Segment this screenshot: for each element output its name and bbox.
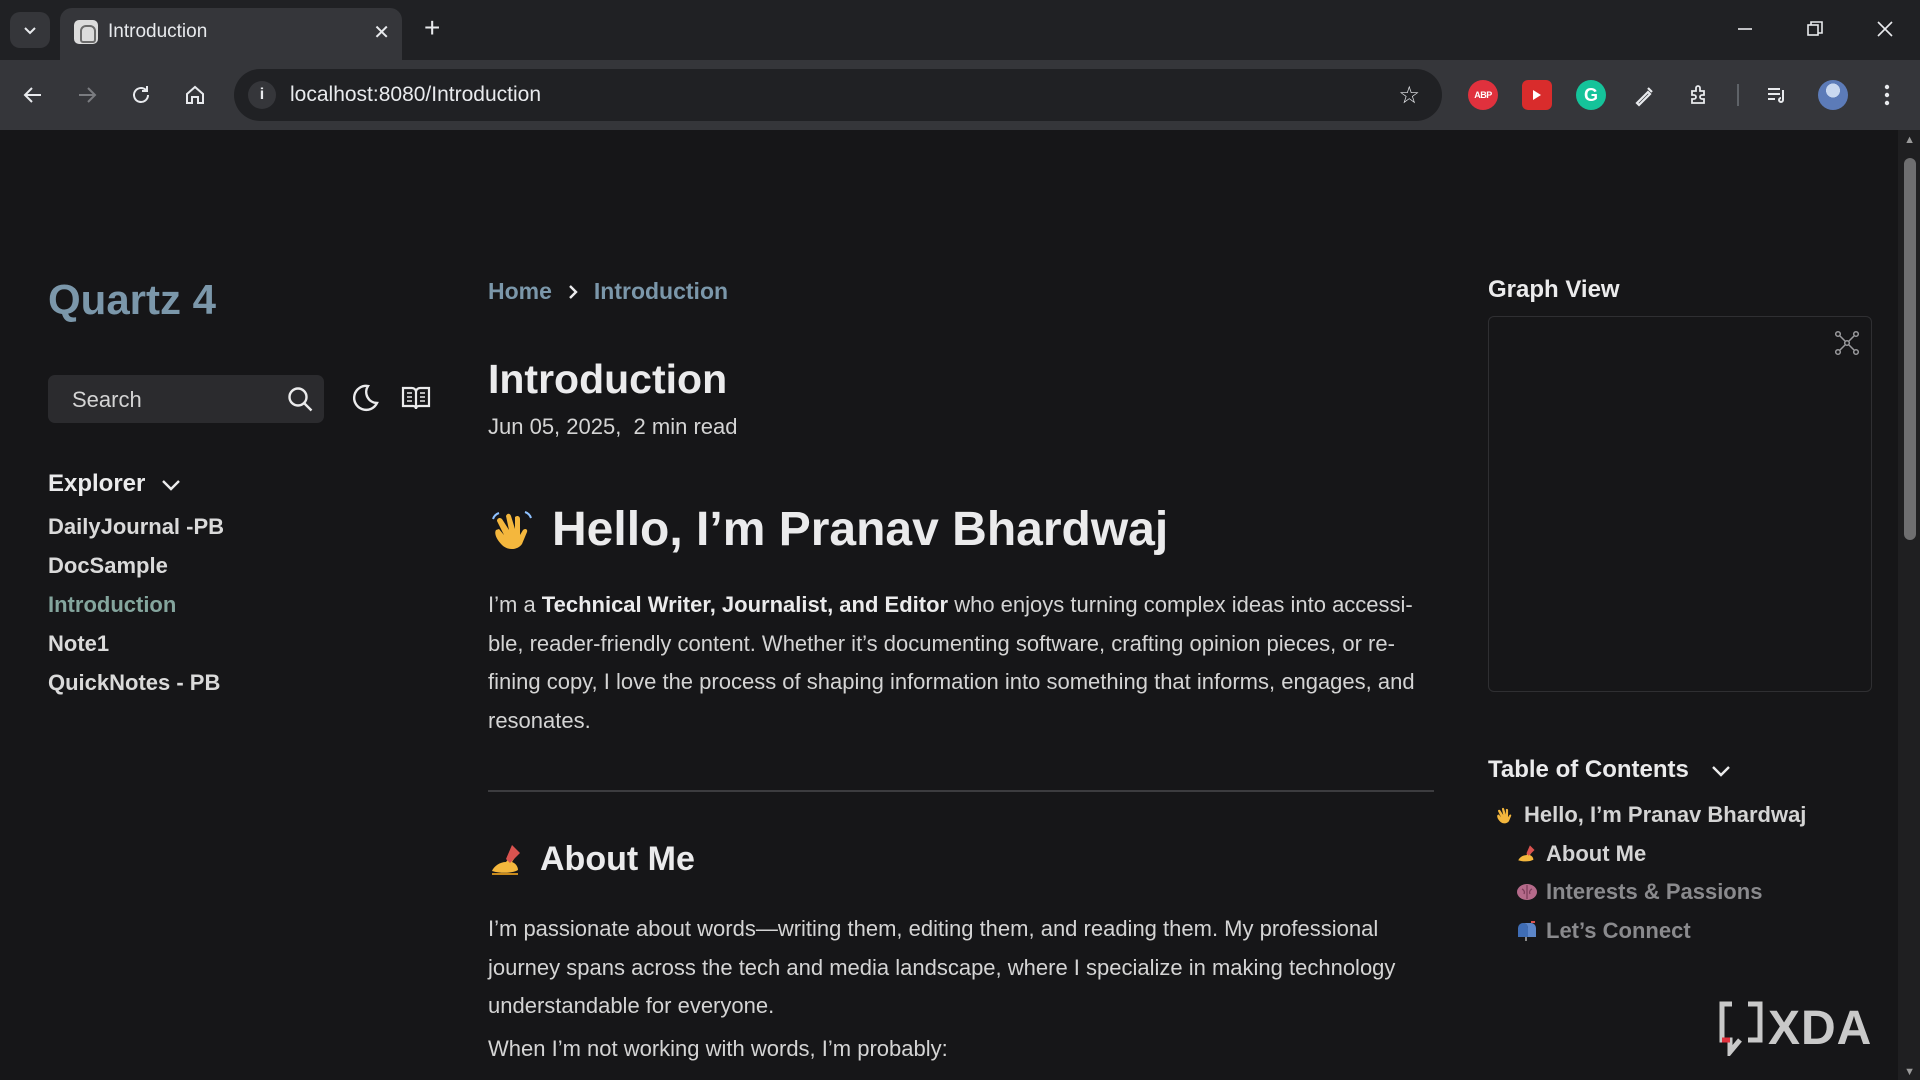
page-title: Introduction	[488, 356, 728, 402]
toc-item-interests[interactable]: Interests & Passions	[1494, 873, 1806, 912]
explorer-item-introduction[interactable]: Introduction	[48, 592, 224, 631]
playlist-icon	[1768, 88, 1784, 103]
forward-button[interactable]	[70, 78, 104, 112]
heading-about-me: About Me	[488, 840, 695, 879]
close-window-icon[interactable]	[1876, 20, 1894, 38]
eyedropper-icon	[1635, 87, 1653, 107]
intro-paragraph: I’m a Technical Writer, Journalist, and …	[488, 586, 1434, 740]
heading-hello: Hello, I’m Pranav Bhardwaj	[488, 502, 1168, 557]
toc-item-lets-connect[interactable]: Let’s Connect	[1494, 912, 1806, 951]
chevron-right-icon	[569, 284, 578, 299]
toc-item-hello-label: Hello, I’m Pranav Bhardwaj	[1524, 802, 1807, 828]
grammarly-extension-icon[interactable]: G	[1576, 80, 1606, 110]
graph-expand-icon[interactable]	[1833, 329, 1861, 357]
toc-item-interests-label: Interests & Passions	[1546, 879, 1763, 905]
heading-hello-text: Hello, I’m Pranav Bhardwaj	[552, 503, 1169, 556]
close-tab-icon[interactable]: ✕	[373, 20, 390, 45]
site-title[interactable]: Quartz 4	[48, 276, 216, 324]
explorer-item-docsample[interactable]: DocSample	[48, 553, 224, 592]
red-extension-icon[interactable]	[1522, 80, 1552, 110]
reader-mode-icon[interactable]	[400, 382, 432, 414]
grammarly-label: G	[1583, 84, 1598, 105]
media-controls-icon[interactable]	[1762, 80, 1792, 110]
graph-view-title: Graph View	[1488, 276, 1620, 303]
xda-watermark: XDA	[1718, 1000, 1872, 1056]
writing-hand-icon	[488, 841, 526, 879]
breadcrumb-current[interactable]: Introduction	[594, 278, 728, 305]
url-text: localhost:8080/Introduction	[290, 83, 542, 106]
brain-icon	[1516, 881, 1538, 903]
xda-logo-icon	[1719, 1001, 1763, 1056]
restore-icon[interactable]	[1806, 20, 1824, 38]
waving-hand-icon	[488, 505, 538, 555]
browser-tabstrip: Introduction ✕ +	[0, 0, 1920, 60]
toolbar-divider	[1737, 84, 1739, 106]
toc-item-about-me-label: About Me	[1546, 840, 1647, 866]
chevron-down-icon	[24, 27, 36, 35]
page-scrollbar[interactable]: ▲ ▼	[1898, 130, 1920, 1080]
writing-hand-icon	[1516, 843, 1538, 865]
extensions-menu-icon[interactable]	[1684, 80, 1714, 110]
minimize-icon[interactable]	[1736, 20, 1754, 38]
explorer-item-dailyjournal[interactable]: DailyJournal -PB	[48, 514, 224, 553]
intro-text-bold: Technical Writer, Journalist, and Editor	[541, 592, 949, 617]
hobbies-intro-paragraph: When I’m not working with words, I’m pro…	[488, 1036, 948, 1061]
explorer-list: DailyJournal -PB DocSample Introduction …	[48, 514, 224, 709]
explorer-item-note1[interactable]: Note1	[48, 631, 224, 670]
arrow-left-icon	[23, 87, 41, 103]
intro-text-pre: I’m a	[488, 592, 542, 617]
heading-about-me-text: About Me	[540, 840, 695, 878]
scroll-down-icon[interactable]: ▼	[1904, 1066, 1915, 1078]
reload-icon	[133, 86, 149, 103]
graph-view-canvas[interactable]	[1488, 316, 1872, 692]
arrow-right-icon	[79, 87, 97, 103]
explorer-title[interactable]: Explorer	[48, 470, 145, 498]
home-button[interactable]	[178, 78, 212, 112]
chevron-down-icon[interactable]	[160, 476, 182, 494]
browser-menu-icon[interactable]	[1872, 80, 1902, 110]
tab-introduction[interactable]: Introduction ✕	[60, 8, 402, 60]
search-icon	[288, 387, 313, 412]
toc-item-about-me[interactable]: About Me	[1494, 835, 1806, 874]
breadcrumb: Home Introduction	[488, 278, 728, 305]
xda-watermark-text: XDA	[1768, 1001, 1873, 1055]
bookmark-star-icon[interactable]: ☆	[1398, 81, 1420, 110]
adblock-extension-icon[interactable]: ABP	[1468, 80, 1498, 110]
article-meta: Jun 05, 2025, 2 min read	[488, 414, 738, 439]
scroll-up-icon[interactable]: ▲	[1904, 134, 1915, 146]
site-info-icon[interactable]: i	[248, 81, 276, 109]
page-viewport: Quartz 4 Search Explorer DailyJournal -P…	[0, 130, 1920, 1080]
divider	[488, 790, 1434, 792]
waving-hand-icon	[1494, 804, 1516, 826]
tab-title: Introduction	[108, 21, 208, 42]
back-button[interactable]	[16, 78, 50, 112]
address-bar[interactable]: i localhost:8080/Introduction ☆	[234, 69, 1442, 121]
explorer-item-quicknotes[interactable]: QuickNotes - PB	[48, 670, 224, 709]
quartz-favicon-icon	[74, 20, 98, 44]
toc-item-hello[interactable]: Hello, I’m Pranav Bhardwaj	[1494, 796, 1806, 835]
toc-title[interactable]: Table of Contents	[1488, 756, 1689, 784]
breadcrumb-home[interactable]: Home	[488, 278, 552, 305]
about-paragraph: I’m passionate about words—writing them,…	[488, 916, 1396, 1018]
adblock-label: ABP	[1474, 90, 1492, 100]
play-logo-icon	[1533, 90, 1541, 100]
profile-avatar[interactable]	[1818, 80, 1848, 110]
browser-toolbar: i localhost:8080/Introduction ☆ ABP G	[0, 60, 1920, 130]
kebab-menu-icon	[1884, 84, 1890, 106]
moon-icon[interactable]	[348, 382, 380, 414]
puzzle-icon	[1691, 85, 1705, 104]
search-button[interactable]: Search	[48, 375, 324, 423]
search-label: Search	[72, 387, 142, 412]
mailbox-icon	[1516, 920, 1538, 942]
toc-item-lets-connect-label: Let’s Connect	[1546, 917, 1691, 943]
new-tab-icon[interactable]: +	[424, 12, 440, 44]
tab-search-button[interactable]	[10, 12, 50, 48]
chevron-down-icon[interactable]	[1710, 762, 1732, 780]
toc-list: Hello, I’m Pranav Bhardwaj About Me Inte…	[1494, 796, 1806, 950]
reload-button[interactable]	[124, 78, 158, 112]
color-picker-extension-icon[interactable]	[1630, 80, 1660, 110]
scrollbar-thumb[interactable]	[1904, 158, 1916, 540]
home-icon	[186, 85, 204, 104]
